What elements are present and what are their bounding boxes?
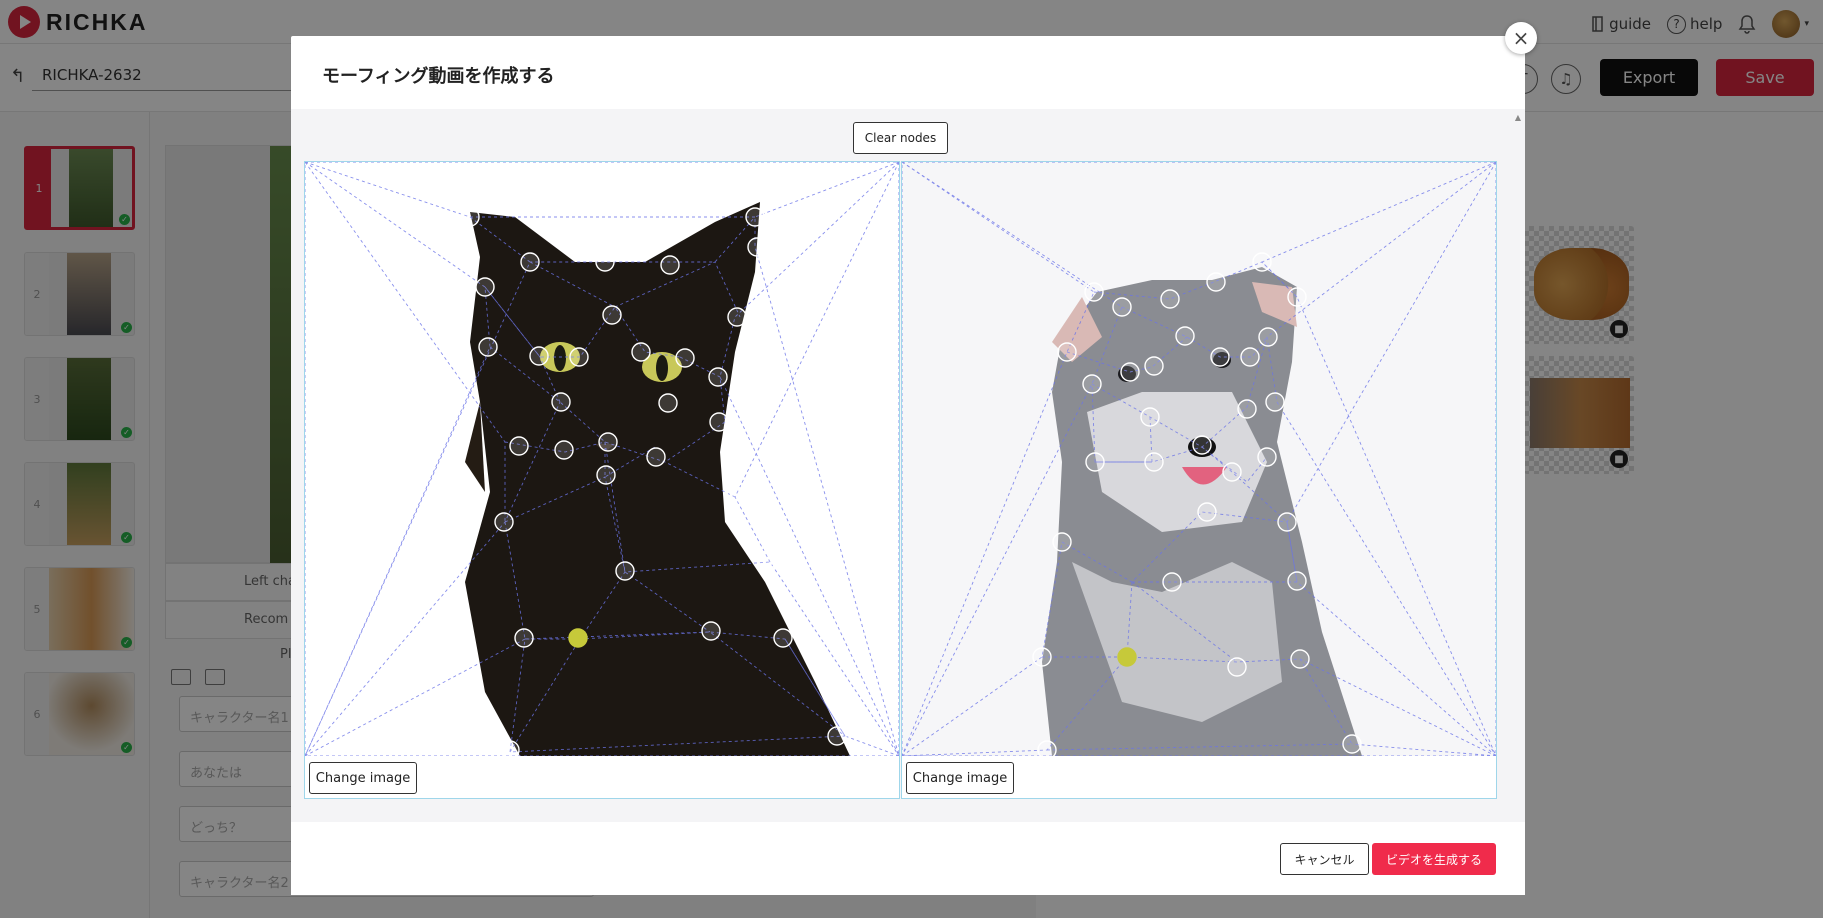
mesh-node[interactable] [631, 342, 651, 362]
mesh-node[interactable] [520, 252, 540, 272]
mesh-node[interactable] [1140, 407, 1160, 427]
mesh-node[interactable] [1032, 647, 1052, 667]
mesh-node[interactable] [1082, 374, 1102, 394]
mesh-node[interactable] [701, 621, 721, 641]
mesh-node[interactable] [514, 628, 534, 648]
mesh-node[interactable] [598, 432, 618, 452]
mesh-node[interactable] [1084, 282, 1104, 302]
clear-nodes-button[interactable]: Clear nodes [853, 122, 948, 154]
mesh-node-active[interactable] [568, 628, 588, 648]
mesh-node[interactable] [551, 392, 571, 412]
source-image-pane: Change image [304, 161, 900, 799]
dog-morph-canvas[interactable] [902, 162, 1496, 756]
mesh-node[interactable] [1057, 342, 1077, 362]
generate-video-button[interactable]: ビデオを生成する [1372, 843, 1496, 875]
mesh-node[interactable] [708, 367, 728, 387]
mesh-node[interactable] [757, 550, 777, 570]
mesh-node[interactable] [1175, 326, 1195, 346]
cancel-button[interactable]: キャンセル [1280, 843, 1369, 875]
mesh-node[interactable] [1162, 572, 1182, 592]
mesh-node[interactable] [596, 465, 616, 485]
mesh-node[interactable] [475, 277, 495, 297]
mesh-node[interactable] [1085, 452, 1105, 472]
mesh-node[interactable] [1290, 649, 1310, 669]
mesh-node[interactable] [602, 305, 622, 325]
mesh-node[interactable] [727, 307, 747, 327]
mesh-node[interactable] [569, 347, 589, 367]
mesh-node[interactable] [615, 561, 635, 581]
morphing-modal: モーフィング動画を作成する ▲ Clear nodes Change image… [291, 36, 1525, 895]
mesh-node[interactable] [1144, 452, 1164, 472]
mesh-node[interactable] [1112, 297, 1132, 317]
mesh-node[interactable] [1120, 362, 1140, 382]
mesh-node[interactable] [478, 337, 498, 357]
change-image-button-right[interactable]: Change image [906, 762, 1014, 794]
mesh-node[interactable] [675, 348, 695, 368]
mesh-node[interactable] [773, 628, 793, 648]
mesh-node[interactable] [509, 436, 529, 456]
mesh-node-active[interactable] [1117, 647, 1137, 667]
mesh-node[interactable] [1258, 327, 1278, 347]
mesh-node[interactable] [529, 346, 549, 366]
mesh-node[interactable] [1052, 532, 1072, 552]
mesh-node[interactable] [1037, 740, 1057, 756]
mesh-node[interactable] [1287, 571, 1307, 591]
mesh-node[interactable] [1257, 447, 1277, 467]
mesh-node[interactable] [1287, 287, 1307, 307]
mesh-node[interactable] [747, 237, 767, 257]
mesh-node[interactable] [1222, 462, 1242, 482]
mesh-node[interactable] [726, 486, 746, 506]
cat-morph-canvas[interactable] [305, 162, 899, 756]
mesh-node[interactable] [660, 255, 680, 275]
mesh-node[interactable] [1192, 435, 1212, 455]
mesh-node[interactable] [1197, 502, 1217, 522]
close-icon[interactable]: × [1505, 22, 1537, 54]
mesh-node[interactable] [1227, 657, 1247, 677]
mesh-node[interactable] [1144, 356, 1164, 376]
mesh-node[interactable] [595, 252, 615, 272]
mesh-node[interactable] [500, 740, 520, 756]
mesh-node[interactable] [1277, 512, 1297, 532]
mesh-node[interactable] [554, 440, 574, 460]
mesh-node[interactable] [460, 207, 480, 227]
mesh-node[interactable] [1252, 252, 1272, 272]
scroll-up-icon[interactable]: ▲ [1515, 113, 1521, 122]
mesh-node[interactable] [646, 447, 666, 467]
mesh-node[interactable] [494, 512, 514, 532]
mesh-node[interactable] [1342, 734, 1362, 754]
mesh-node[interactable] [658, 393, 678, 413]
dog-image-canvas[interactable] [902, 162, 1496, 756]
mesh-node[interactable] [1160, 289, 1180, 309]
mesh-node[interactable] [1206, 272, 1226, 292]
cat-image-canvas[interactable] [305, 162, 899, 756]
mesh-node[interactable] [1240, 347, 1260, 367]
mesh-node[interactable] [1237, 399, 1257, 419]
mesh-node[interactable] [745, 207, 765, 227]
target-image-pane: Change image [901, 161, 1497, 799]
modal-body: ▲ Clear nodes Change image Change image [291, 109, 1525, 822]
modal-title: モーフィング動画を作成する [322, 66, 555, 87]
mesh-node[interactable] [1265, 392, 1285, 412]
change-image-button-left[interactable]: Change image [309, 762, 417, 794]
mesh-node[interactable] [1210, 347, 1230, 367]
mesh-node[interactable] [827, 726, 847, 746]
mesh-node[interactable] [709, 412, 729, 432]
